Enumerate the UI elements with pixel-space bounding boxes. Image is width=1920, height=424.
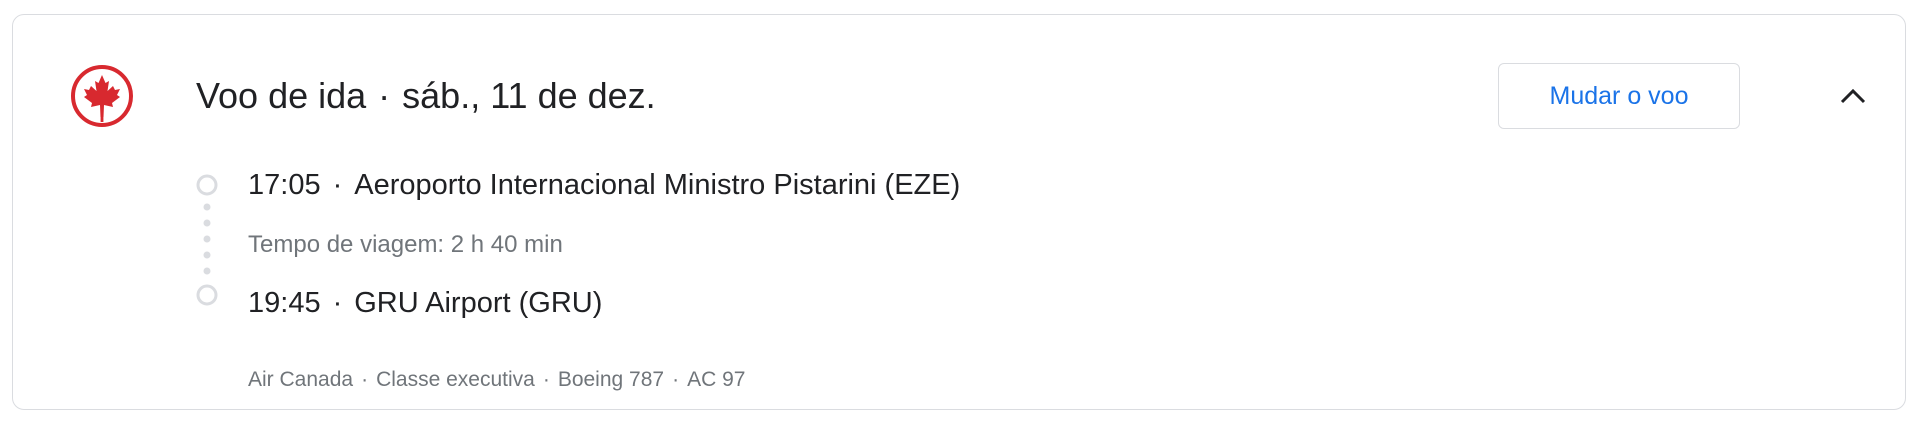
timeline-dots xyxy=(203,203,211,275)
chevron-up-icon xyxy=(1840,88,1866,104)
arrival-airport: GRU Airport (GRU) xyxy=(354,287,603,319)
separator: · xyxy=(672,368,680,391)
airline-name: Air Canada xyxy=(248,368,354,391)
flight-card: Voo de ida · sáb., 11 de dez. Mudar o voo … xyxy=(12,14,1906,410)
separator: · xyxy=(378,75,391,116)
flight-direction-label: Voo de ida xyxy=(196,75,367,116)
arrival-marker-icon xyxy=(196,284,218,306)
departure-row: 17:05 · Aeroporto Internacional Ministro P… xyxy=(248,165,960,205)
separator: · xyxy=(542,368,550,391)
flight-date: sáb., 11 de dez. xyxy=(402,75,656,116)
airline-logo xyxy=(68,64,136,128)
arrival-time: 19:45 xyxy=(248,287,321,319)
flight-number: AC 97 xyxy=(687,368,746,391)
departure-time: 17:05 xyxy=(248,169,321,201)
cabin-class: Classe executiva xyxy=(376,368,535,391)
arrival-row: 19:45 · GRU Airport (GRU) xyxy=(248,283,602,323)
collapse-button[interactable] xyxy=(1828,71,1878,121)
travel-duration: Tempo de viagem: 2 h 40 min xyxy=(248,231,563,258)
separator: · xyxy=(332,169,343,201)
flight-header-title: Voo de ida · sáb., 11 de dez. xyxy=(196,72,656,120)
aircraft-type: Boeing 787 xyxy=(557,368,665,391)
separator: · xyxy=(361,368,369,391)
separator: · xyxy=(332,287,343,319)
departure-marker-icon xyxy=(196,174,218,196)
change-flight-button[interactable]: Mudar o voo xyxy=(1498,63,1740,129)
itinerary-timeline xyxy=(195,173,219,313)
departure-airport: Aeroporto Internacional Ministro Pistari… xyxy=(354,169,961,201)
flight-details: Air Canada · Classe executiva · Boeing 787 · A… xyxy=(248,365,745,395)
maple-leaf-icon xyxy=(71,65,133,127)
